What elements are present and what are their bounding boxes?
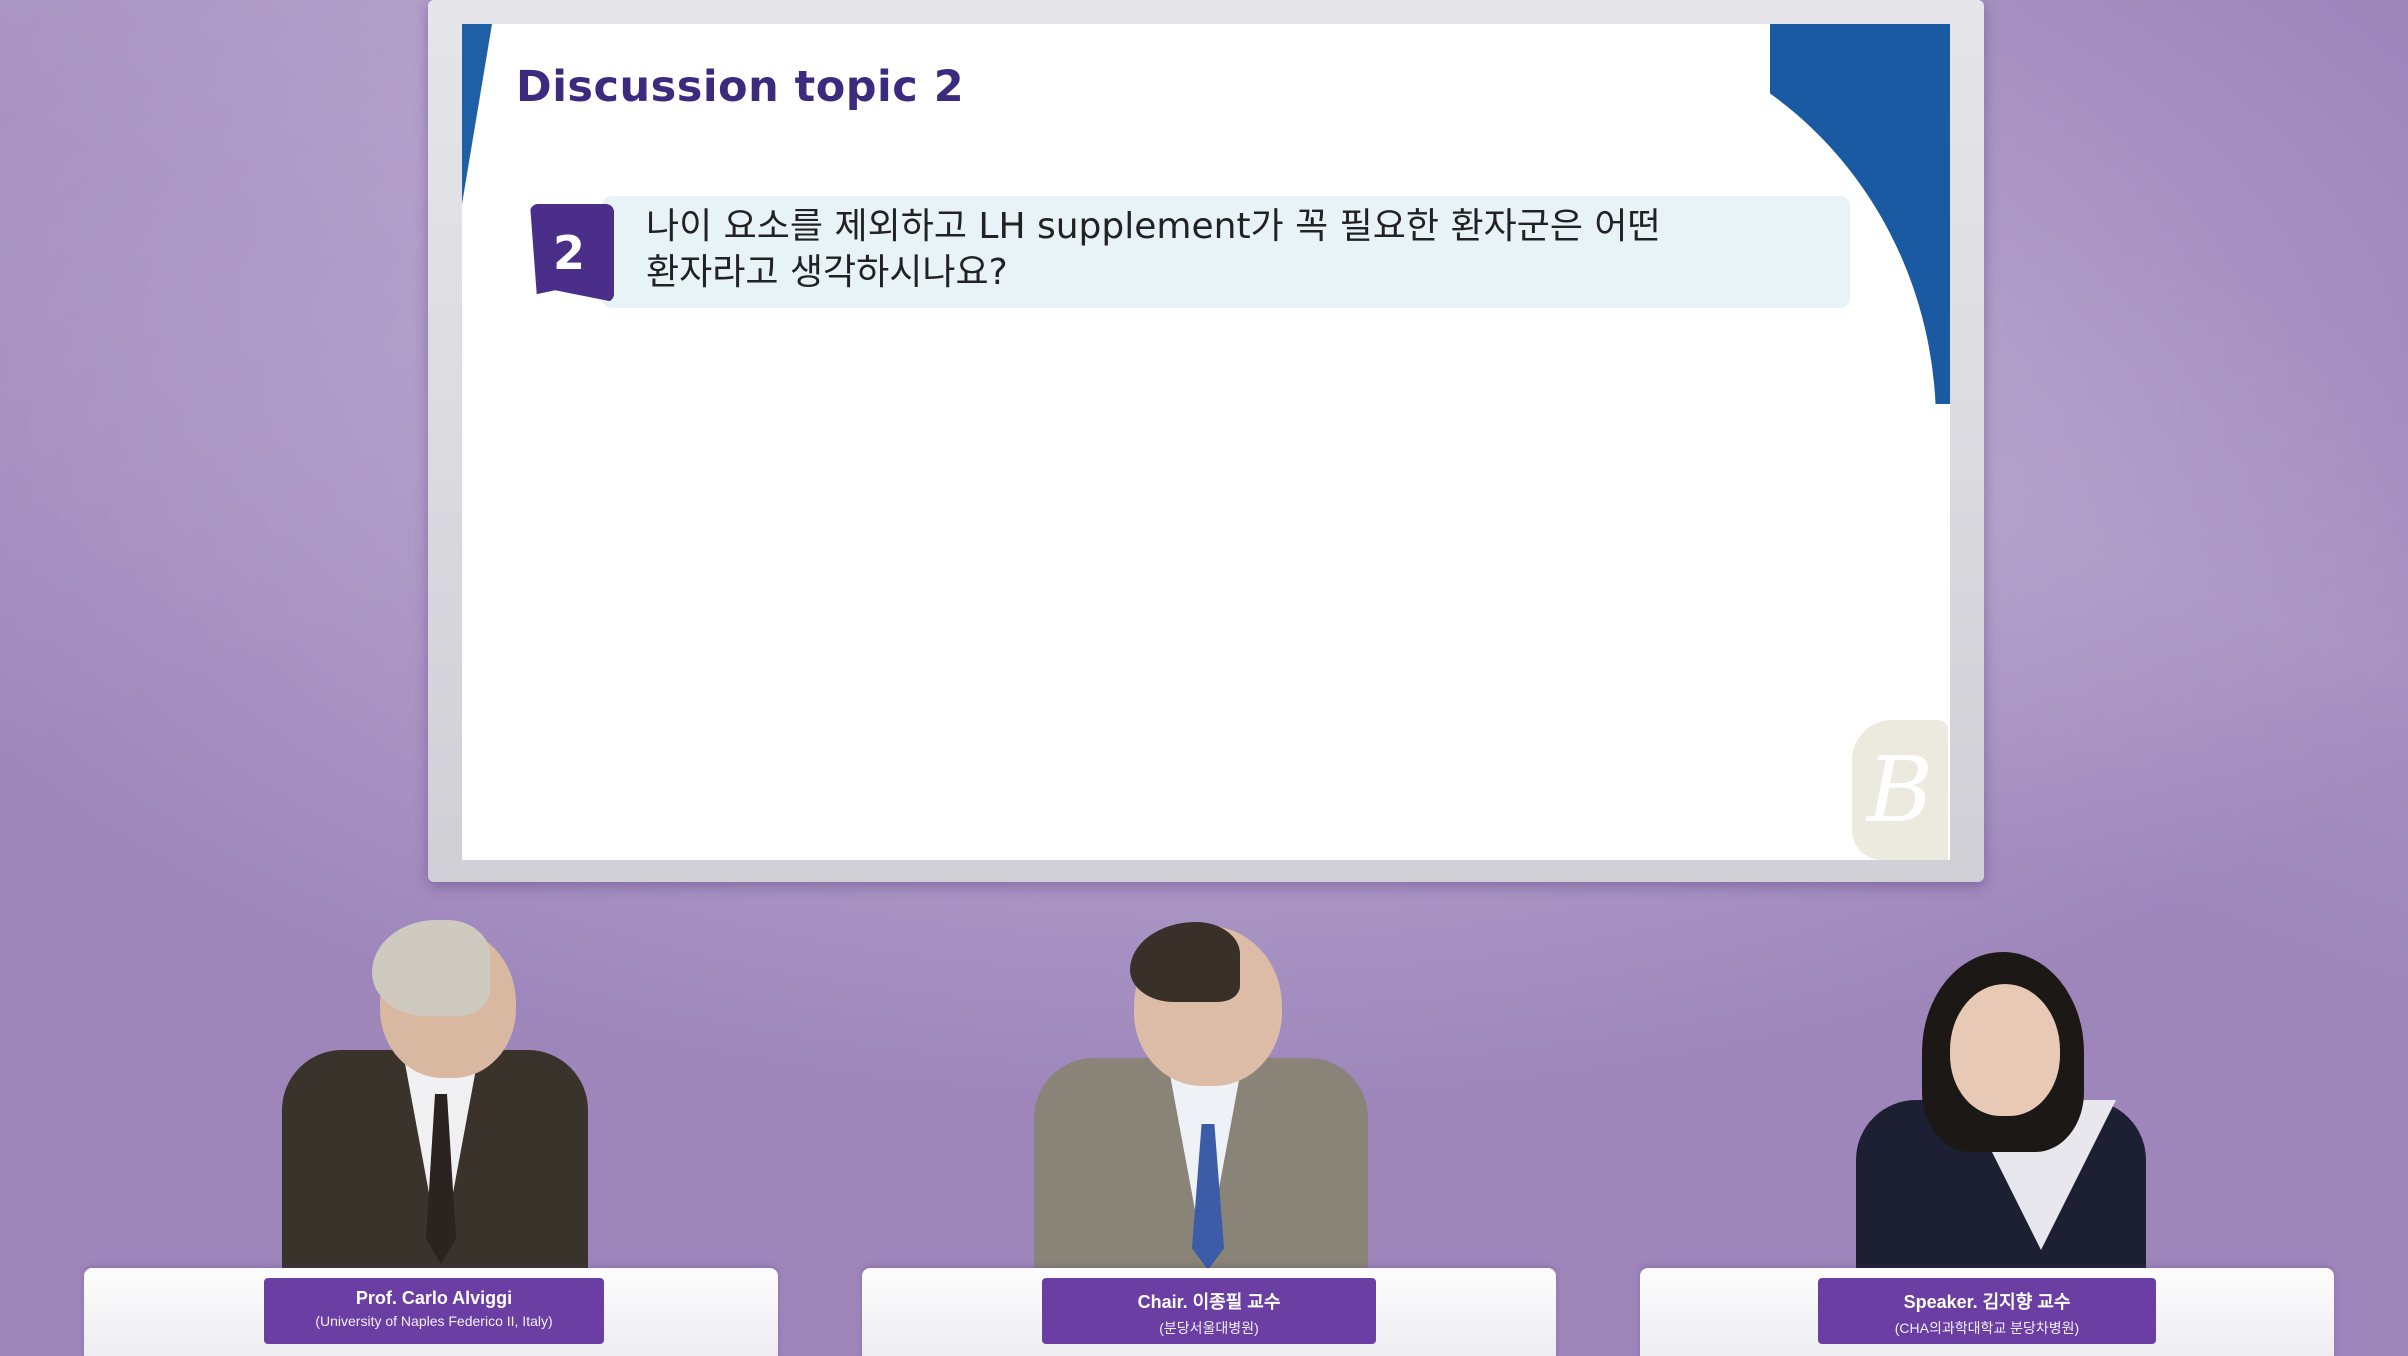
video-stage: Discussion topic 2 2 나이 요소를 제외하고 LH supp…	[0, 0, 2408, 1356]
brand-logo: B	[1852, 720, 1948, 860]
question-text: 나이 요소를 제외하고 LH supplement가 꼭 필요한 환자군은 어떤…	[646, 204, 1826, 296]
panelist-center-hair	[1130, 922, 1240, 1002]
slide-title: Discussion topic 2	[516, 62, 965, 112]
presentation-slide: Discussion topic 2 2 나이 요소를 제외하고 LH supp…	[462, 24, 1950, 860]
nameplate-left-name: Prof. Carlo Alviggi	[355, 1288, 513, 1308]
nameplate-center-affiliation: (분당서울대병원)	[1159, 1320, 1259, 1336]
question-number-badge: 2	[530, 204, 614, 302]
question-line-2: 환자라고 생각하시나요?	[646, 252, 1008, 293]
question-line-1: 나이 요소를 제외하고 LH supplement가 꼭 필요한 환자군은 어떤	[646, 206, 1661, 247]
panelist-left-hair	[372, 920, 490, 1016]
nameplate-left-affiliation: (University of Naples Federico II, Italy…	[315, 1313, 553, 1329]
nameplate-center: Chair. 이종필 교수 (분당서울대병원)	[1042, 1278, 1376, 1344]
slide-accent-left	[462, 24, 492, 204]
panelist-right-face	[1950, 984, 2060, 1116]
nameplate-right: Speaker. 김지향 교수 (CHA의과학대학교 분당차병원)	[1818, 1278, 2156, 1344]
nameplate-left: Prof. Carlo Alviggi (University of Naple…	[264, 1278, 604, 1344]
nameplate-right-affiliation: (CHA의과학대학교 분당차병원)	[1894, 1320, 2080, 1336]
nameplate-right-name: Speaker. 김지향 교수	[1903, 1292, 2071, 1312]
nameplate-center-name: Chair. 이종필 교수	[1137, 1292, 1281, 1312]
